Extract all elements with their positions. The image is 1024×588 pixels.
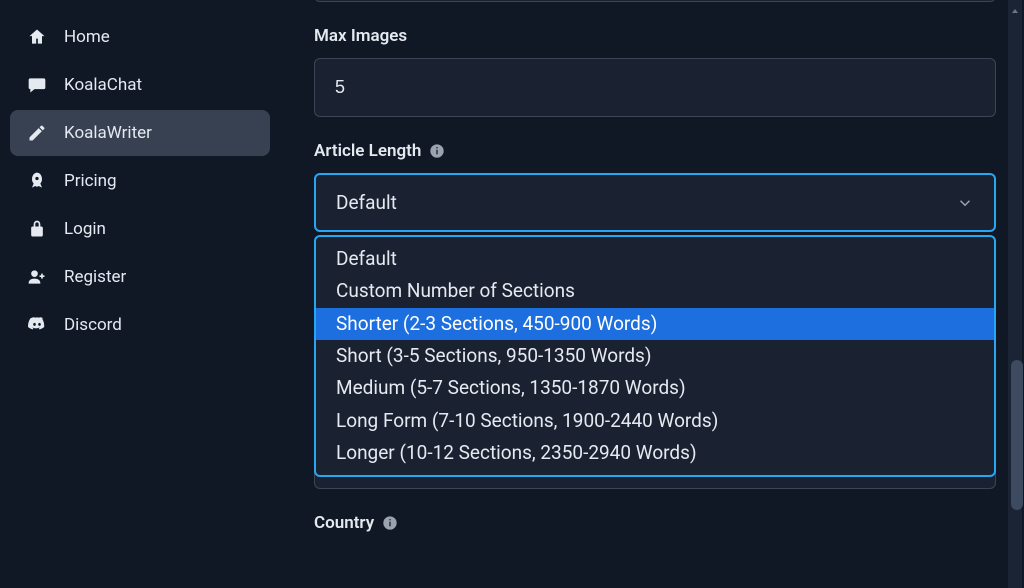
sidebar-item-register[interactable]: Register [10, 254, 270, 300]
sidebar-item-label: Home [64, 27, 110, 47]
dropdown-option[interactable]: Short (3-5 Sections, 950-1350 Words) [316, 340, 994, 372]
article-length-selected: Default [336, 191, 397, 214]
max-images-label-row: Max Images [314, 26, 996, 46]
lock-icon [26, 218, 48, 240]
sidebar-item-label: KoalaWriter [64, 123, 152, 143]
home-icon [26, 26, 48, 48]
dropdown-option[interactable]: Shorter (2-3 Sections, 450-900 Words) [316, 308, 994, 340]
article-length-dropdown: Default Custom Number of Sections Shorte… [314, 235, 996, 477]
sidebar-item-label: Discord [64, 315, 122, 335]
scrollbar-up-icon[interactable] [1009, 2, 1021, 14]
dropdown-option[interactable]: Longer (10-12 Sections, 2350-2940 Words) [316, 437, 994, 475]
scrollbar-thumb[interactable] [1011, 360, 1023, 510]
previous-field-edge [314, 0, 996, 2]
article-length-label: Article Length [314, 141, 421, 161]
max-images-label: Max Images [314, 26, 407, 46]
sidebar-item-login[interactable]: Login [10, 206, 270, 252]
sidebar: Home KoalaChat KoalaWriter Pricing Login… [0, 0, 280, 588]
user-plus-icon [26, 266, 48, 288]
sidebar-item-label: Login [64, 219, 106, 239]
dropdown-option[interactable]: Long Form (7-10 Sections, 1900-2440 Word… [316, 405, 994, 437]
article-length-label-row: Article Length [314, 141, 996, 161]
country-label-row: Country [314, 513, 996, 533]
edit-icon [26, 122, 48, 144]
max-images-input[interactable] [314, 58, 996, 117]
sidebar-item-home[interactable]: Home [10, 14, 270, 60]
rocket-icon [26, 170, 48, 192]
discord-icon [26, 314, 48, 336]
article-length-select-wrap: Default Default Custom Number of Section… [314, 173, 996, 232]
info-icon[interactable] [382, 515, 398, 531]
chevron-down-icon [956, 194, 974, 212]
sidebar-item-pricing[interactable]: Pricing [10, 158, 270, 204]
sidebar-item-koalawriter[interactable]: KoalaWriter [10, 110, 270, 156]
sidebar-item-label: KoalaChat [64, 75, 142, 95]
country-label: Country [314, 513, 374, 533]
dropdown-option[interactable]: Default [316, 237, 994, 275]
sidebar-item-label: Register [64, 267, 126, 287]
dropdown-option[interactable]: Custom Number of Sections [316, 275, 994, 307]
sidebar-item-koalachat[interactable]: KoalaChat [10, 62, 270, 108]
article-length-select[interactable]: Default [314, 173, 996, 232]
dropdown-option[interactable]: Medium (5-7 Sections, 1350-1870 Words) [316, 372, 994, 404]
info-icon[interactable] [429, 143, 445, 159]
main-content: Max Images Article Length Default Defaul… [280, 0, 1024, 588]
sidebar-item-discord[interactable]: Discord [10, 302, 270, 348]
sidebar-item-label: Pricing [64, 171, 117, 191]
chat-icon [26, 74, 48, 96]
